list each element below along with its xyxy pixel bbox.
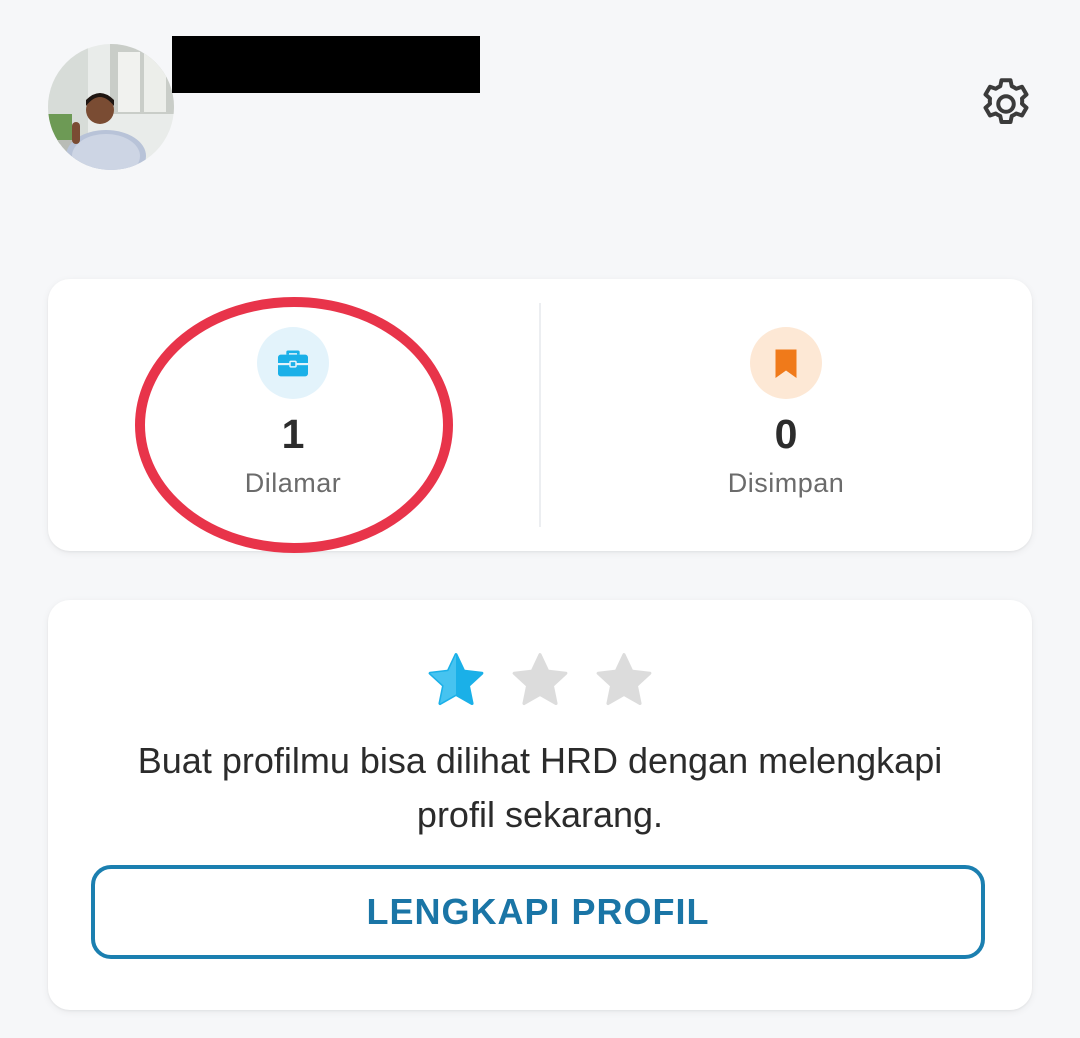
redacted-user-name xyxy=(172,36,480,93)
settings-button[interactable] xyxy=(974,72,1038,136)
avatar-photo xyxy=(48,44,174,170)
star-filled-icon xyxy=(428,653,484,706)
profile-completion-prompt: Buat profilmu bisa dilihat HRD dengan me… xyxy=(137,740,943,835)
applied-count: 1 xyxy=(281,411,305,457)
saved-jobs-stat[interactable]: 0 Disimpan xyxy=(540,279,1032,551)
briefcase-icon xyxy=(257,327,329,399)
profile-rating xyxy=(48,650,1032,714)
avatar[interactable] xyxy=(48,44,174,170)
applied-jobs-stat[interactable]: 1 Dilamar xyxy=(48,279,538,551)
saved-count: 0 xyxy=(774,411,798,457)
star-empty-icon xyxy=(512,653,568,706)
bookmark-icon xyxy=(750,327,822,399)
star-empty-icon xyxy=(596,653,652,706)
applied-label: Dilamar xyxy=(244,468,342,498)
saved-label: Disimpan xyxy=(727,468,845,498)
gear-icon xyxy=(983,78,1029,124)
profile-completion-card: Buat profilmu bisa dilihat HRD dengan me… xyxy=(48,600,1032,1010)
stats-card: 1 Dilamar 0 Disimpan xyxy=(48,279,1032,551)
complete-profile-button[interactable]: LENGKAPI PROFIL xyxy=(91,865,985,959)
